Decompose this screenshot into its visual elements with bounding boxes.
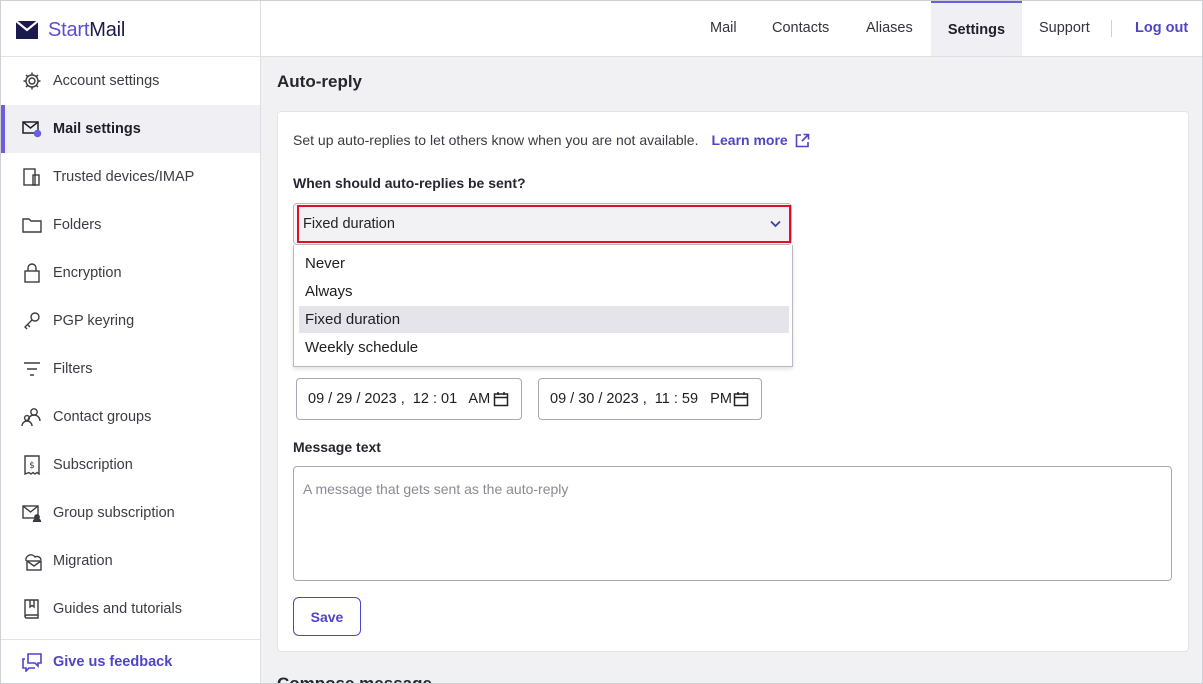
nav-contacts[interactable]: Contacts [772, 0, 829, 56]
feedback-chat-icon [21, 651, 43, 673]
calendar-icon[interactable] [493, 391, 509, 407]
key-icon [21, 310, 43, 332]
section-title: Auto-reply [277, 72, 362, 91]
logout-link[interactable]: Log out [1135, 0, 1188, 56]
sidebar-item-filters[interactable]: Filters [1, 345, 260, 393]
sidebar-item-label: Migration [53, 553, 113, 569]
nav-mail[interactable]: Mail [710, 0, 737, 56]
autoreply-intro: Set up auto-replies to let others know w… [293, 132, 810, 148]
sidebar-item-account-settings[interactable]: Account settings [1, 57, 260, 105]
save-button[interactable]: Save [293, 597, 361, 636]
subscription-icon: $ [21, 454, 43, 476]
nav-divider [1111, 20, 1112, 37]
message-textarea[interactable] [293, 466, 1172, 581]
end-datetime-input[interactable]: 09 / 30 / 2023 , 11 : 59 PM [538, 378, 762, 420]
sidebar-item-guides[interactable]: Guides and tutorials [1, 585, 260, 633]
sidebar-item-label: Account settings [53, 73, 160, 89]
sidebar-item-label: Group subscription [53, 505, 175, 521]
svg-text:$: $ [29, 461, 35, 471]
sidebar-item-label: Contact groups [53, 409, 152, 425]
sidebar-item-subscription[interactable]: $ Subscription [1, 441, 260, 489]
sidebar-item-migration[interactable]: Migration [1, 537, 260, 585]
give-feedback-link[interactable]: Give us feedback [1, 640, 260, 684]
external-link-icon [795, 133, 810, 147]
sidebar-item-label: Encryption [53, 265, 122, 281]
feedback-label: Give us feedback [53, 654, 173, 670]
option-always[interactable]: Always [299, 278, 789, 305]
option-weekly-schedule[interactable]: Weekly schedule [299, 334, 789, 361]
option-fixed-duration[interactable]: Fixed duration [299, 306, 789, 333]
sidebar-item-group-subscription[interactable]: Group subscription [1, 489, 260, 537]
sidebar-item-label: Guides and tutorials [53, 601, 182, 617]
message-text-label: Message text [293, 439, 381, 455]
intro-text: Set up auto-replies to let others know w… [293, 132, 699, 148]
devices-icon [21, 166, 43, 188]
selected-value: Fixed duration [303, 216, 395, 232]
sidebar-item-label: Trusted devices/IMAP [53, 169, 195, 185]
sidebar: StartMail Account settings Mail settings… [0, 0, 261, 684]
send-when-label: When should auto-replies be sent? [293, 175, 526, 191]
sidebar-item-folders[interactable]: Folders [1, 201, 260, 249]
nav-settings[interactable]: Settings [931, 0, 1022, 56]
mail-settings-icon [21, 118, 43, 140]
start-datetime-value: 09 / 29 / 2023 , 12 : 01 AM [308, 391, 491, 407]
nav-aliases[interactable]: Aliases [866, 0, 913, 56]
sidebar-item-label: PGP keyring [53, 313, 135, 329]
sidebar-item-trusted-devices[interactable]: Trusted devices/IMAP [1, 153, 260, 201]
lock-icon [21, 262, 43, 284]
learn-more-link[interactable]: Learn more [711, 132, 810, 148]
sidebar-item-pgp-keyring[interactable]: PGP keyring [1, 297, 260, 345]
sidebar-item-encryption[interactable]: Encryption [1, 249, 260, 297]
compose-message-title: Compose message [277, 674, 432, 684]
gear-icon [21, 70, 43, 92]
logo[interactable]: StartMail [16, 16, 125, 44]
sidebar-item-mail-settings[interactable]: Mail settings [1, 105, 260, 153]
chevron-down-icon [770, 220, 781, 228]
nav-support[interactable]: Support [1039, 0, 1090, 56]
sidebar-item-label: Subscription [53, 457, 133, 473]
folder-icon [21, 214, 43, 236]
option-never[interactable]: Never [299, 250, 789, 277]
book-icon [21, 598, 43, 620]
logo-text: StartMail [48, 18, 126, 41]
logo-envelope-icon [16, 21, 38, 39]
filter-icon [21, 358, 43, 380]
sidebar-item-contact-groups[interactable]: Contact groups [1, 393, 260, 441]
learn-more-label: Learn more [711, 132, 788, 148]
send-when-dropdown: Never Always Fixed duration Weekly sched… [293, 245, 793, 367]
start-datetime-input[interactable]: 09 / 29 / 2023 , 12 : 01 AM [296, 378, 522, 420]
calendar-icon[interactable] [733, 391, 749, 407]
contact-groups-icon [21, 406, 43, 428]
sidebar-item-label: Filters [53, 361, 93, 377]
sidebar-item-label: Mail settings [53, 121, 141, 137]
sidebar-item-label: Folders [53, 217, 102, 233]
migration-icon [21, 550, 43, 572]
group-subscription-icon [21, 502, 43, 524]
top-nav: Mail Contacts Aliases Settings Support L… [261, 0, 1203, 57]
send-when-select[interactable]: Fixed duration [297, 205, 791, 243]
end-datetime-value: 09 / 30 / 2023 , 11 : 59 PM [550, 391, 732, 407]
